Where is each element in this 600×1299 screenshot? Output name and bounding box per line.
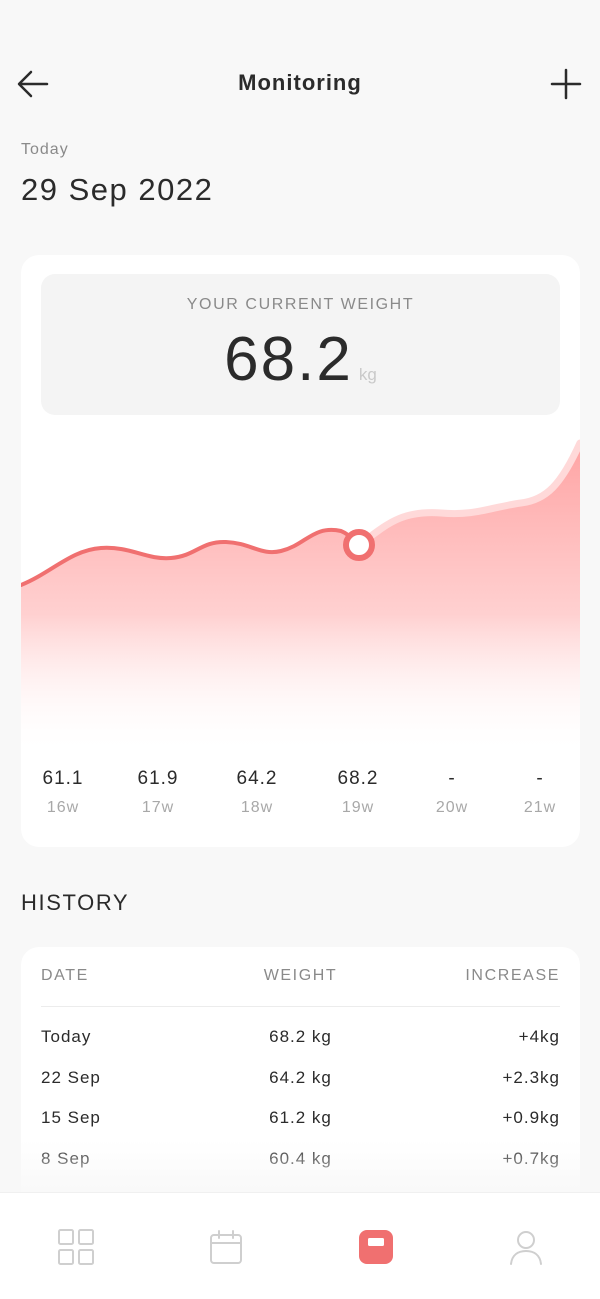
week-item: 61.9 17w xyxy=(113,765,203,817)
week-summary: 61.1 16w 61.9 17w 64.2 18w 68.2 19w - 20w - 21w xyxy=(21,765,580,845)
history-date: 22 Sep xyxy=(41,1068,101,1087)
history-increase: +4kg xyxy=(518,1027,560,1046)
current-weight-box: YOUR CURRENT WEIGHT 68.2 kg xyxy=(41,274,560,415)
history-weight: 68.2 kg xyxy=(269,1027,332,1046)
history-col-increase: INCREASE xyxy=(465,967,560,984)
current-weight-row: 68.2 kg xyxy=(41,324,560,395)
nav-item-weight[interactable] xyxy=(356,1227,396,1267)
week-item: - 21w xyxy=(495,765,580,817)
chart-area xyxy=(21,443,580,755)
date-label: Today xyxy=(21,141,69,158)
week-value: 61.9 xyxy=(137,768,179,789)
history-increase: +2.3kg xyxy=(502,1068,560,1087)
current-weight-value: 68.2 xyxy=(224,325,353,394)
week-label: 21w xyxy=(523,799,557,816)
current-weight-label: YOUR CURRENT WEIGHT xyxy=(186,296,415,313)
week-value: 64.2 xyxy=(236,768,278,789)
page-title: Monitoring xyxy=(238,70,362,95)
add-button[interactable] xyxy=(546,64,586,104)
week-value: 68.2 xyxy=(337,768,379,789)
history-header: DATE WEIGHT INCREASE xyxy=(41,967,560,1007)
scroll-fade xyxy=(0,1140,600,1195)
week-item: 64.2 18w xyxy=(212,765,302,817)
history-col-date: DATE xyxy=(41,967,89,984)
history-date: 15 Sep xyxy=(41,1108,101,1127)
history-row[interactable]: 22 Sep 64.2 kg +2.3kg xyxy=(41,1068,560,1098)
week-value: - xyxy=(448,768,456,789)
week-label: 17w xyxy=(141,799,175,816)
date-value: 29 Sep 2022 xyxy=(21,172,214,207)
history-date: Today xyxy=(41,1027,92,1046)
weight-chart xyxy=(21,439,580,755)
week-value: 61.1 xyxy=(42,768,84,789)
weight-card: YOUR CURRENT WEIGHT 68.2 kg 61.1 16w 61.9 1… xyxy=(21,255,580,847)
monitoring-screen: Monitoring Today 29 Sep 2022 YOUR CURREN… xyxy=(0,0,600,1299)
week-label: 18w xyxy=(240,799,274,816)
history-increase: +0.9kg xyxy=(502,1108,560,1127)
header: Monitoring xyxy=(0,58,600,110)
user-icon xyxy=(510,1231,542,1265)
week-label: 20w xyxy=(435,799,469,816)
bottom-nav xyxy=(0,1192,600,1299)
week-label: 19w xyxy=(341,799,375,816)
grid-icon xyxy=(58,1229,94,1265)
history-title: HISTORY xyxy=(21,890,130,915)
nav-item-dashboard[interactable] xyxy=(56,1227,96,1267)
plus-icon xyxy=(550,68,582,100)
history-row[interactable]: 15 Sep 61.2 kg +0.9kg xyxy=(41,1108,560,1138)
history-weight: 64.2 kg xyxy=(269,1068,332,1087)
scale-icon xyxy=(359,1230,393,1264)
week-value: - xyxy=(536,768,544,789)
week-item: - 20w xyxy=(407,765,497,817)
history-col-weight: WEIGHT xyxy=(263,967,338,984)
nav-item-calendar[interactable] xyxy=(206,1227,246,1267)
week-item: 61.1 16w xyxy=(21,765,108,817)
week-item: 68.2 19w xyxy=(313,765,403,817)
nav-item-profile[interactable] xyxy=(506,1227,546,1267)
chart-current-point[interactable] xyxy=(343,529,375,561)
history-row[interactable]: Today 68.2 kg +4kg xyxy=(41,1027,560,1057)
history-weight: 61.2 kg xyxy=(269,1108,332,1127)
current-weight-unit: kg xyxy=(358,365,377,384)
calendar-icon xyxy=(210,1230,242,1264)
week-label: 16w xyxy=(46,799,80,816)
